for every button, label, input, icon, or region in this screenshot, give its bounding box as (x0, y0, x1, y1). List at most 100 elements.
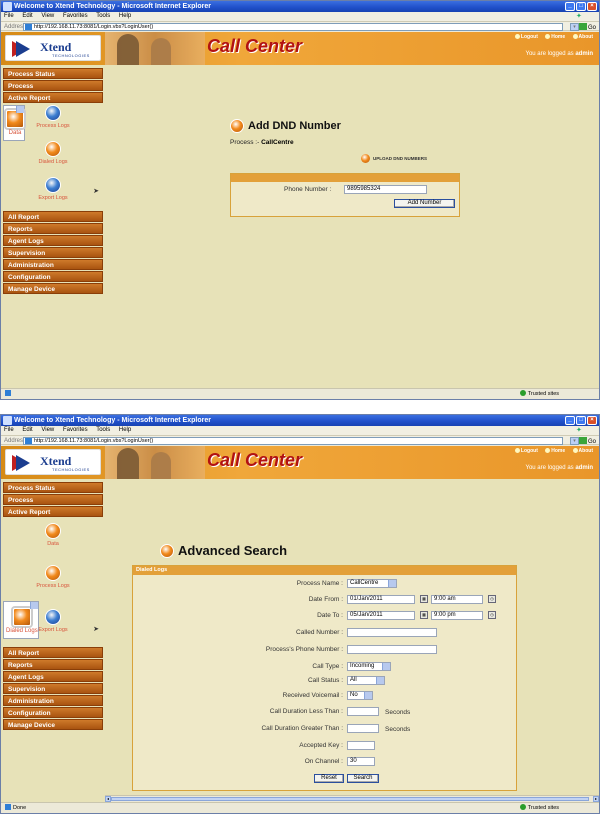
add-number-button[interactable]: Add Number (394, 199, 455, 208)
sidebar-item-supervision[interactable]: Supervision (3, 683, 103, 694)
horizontal-scrollbar[interactable]: ◂ ▸ (105, 795, 599, 802)
time-from-input[interactable]: 9:00 am (431, 595, 483, 604)
sidebar-sub-export-logs[interactable]: Export Logs ➤ (3, 177, 103, 211)
clock-icon[interactable]: ◷ (488, 595, 496, 603)
time-to-input[interactable]: 9:00 pm (431, 611, 483, 620)
called-number-input[interactable] (347, 628, 437, 637)
address-bar: Address http://192.168.11.73:8081/Login.… (1, 435, 599, 445)
sidebar-item-reports[interactable]: Reports (3, 659, 103, 670)
sidebar-sub-process-logs[interactable]: Process Logs (3, 105, 103, 139)
logout-link[interactable]: Logout (515, 34, 538, 40)
logo-sub: TECHNOLOGIES (52, 467, 90, 472)
sidebar-item-process-status[interactable]: Process Status (3, 68, 103, 79)
sidebar-item-all-report[interactable]: All Report (3, 211, 103, 222)
menu-tools[interactable]: Tools (96, 13, 110, 19)
menu-view[interactable]: View (41, 13, 54, 19)
sidebar-item-administration[interactable]: Administration (3, 695, 103, 706)
duration-greater-label: Call Duration Greater Than : (261, 725, 343, 732)
title-bar: Welcome to Xtend Technology - Microsoft … (1, 415, 599, 426)
maximize-button[interactable]: □ (576, 2, 586, 11)
sidebar-item-reports[interactable]: Reports (3, 223, 103, 234)
menu-edit[interactable]: Edit (22, 13, 32, 19)
close-button[interactable]: × (587, 416, 597, 425)
call-status-select[interactable]: All (347, 676, 385, 685)
menu-file[interactable]: File (4, 13, 14, 19)
menu-favorites[interactable]: Favorites (63, 427, 88, 433)
cursor-arrow-icon: ➤ (93, 626, 99, 633)
date-to-input[interactable]: 05/Jan/2011 (347, 611, 415, 620)
accepted-key-input[interactable] (347, 741, 375, 750)
sub-label: Export Logs (38, 195, 68, 201)
maximize-button[interactable]: □ (576, 416, 586, 425)
menu-help[interactable]: Help (119, 13, 131, 19)
sidebar-item-process[interactable]: Process (3, 494, 103, 505)
clock-icon[interactable]: ◷ (488, 611, 496, 619)
sidebar-item-supervision[interactable]: Supervision (3, 247, 103, 258)
sidebar-item-administration[interactable]: Administration (3, 259, 103, 270)
home-link[interactable]: Home (545, 448, 565, 454)
about-link[interactable]: About (573, 448, 593, 454)
address-dropdown-icon[interactable]: ▾ (570, 23, 579, 31)
address-input[interactable]: http://192.168.11.73:8081/Login.vbs?Logi… (23, 23, 563, 31)
menu-help[interactable]: Help (119, 427, 131, 433)
address-input[interactable]: http://192.168.11.73:8081/Login.vbs?Logi… (23, 437, 563, 445)
upload-dnd-link[interactable]: UPLOAD DND NUMBERS (361, 154, 427, 163)
menu-view[interactable]: View (41, 427, 54, 433)
calendar-icon[interactable]: ▦ (420, 595, 428, 603)
duration-less-input[interactable] (347, 707, 379, 716)
top-links: Logout Home About (509, 448, 593, 454)
sidebar-item-process-status[interactable]: Process Status (3, 482, 103, 493)
sidebar-item-configuration[interactable]: Configuration (3, 271, 103, 282)
sidebar-item-manage-device[interactable]: Manage Device (3, 719, 103, 730)
minimize-button[interactable]: _ (565, 416, 575, 425)
sidebar-sub-dialed-logs[interactable]: Dialed Logs (3, 141, 103, 175)
menu-bar: File Edit View Favorites Tools Help ✦ (1, 426, 599, 435)
status-bar: Done Trusted sites (1, 802, 599, 813)
about-link[interactable]: About (573, 34, 593, 40)
on-channel-input[interactable]: 30 (347, 757, 375, 766)
active-report-submenu: Data Process Logs Dialed Logs Export Log… (3, 105, 103, 211)
sidebar-item-configuration[interactable]: Configuration (3, 707, 103, 718)
app-title: Call Center (207, 36, 303, 56)
xtend-logo[interactable]: Xtend TECHNOLOGIES (5, 449, 101, 475)
menu-favorites[interactable]: Favorites (63, 13, 88, 19)
sidebar-item-agent-logs[interactable]: Agent Logs (3, 235, 103, 246)
address-dropdown-icon[interactable]: ▾ (570, 437, 579, 445)
data-icon (45, 523, 61, 539)
sidebar-sub-export-logs[interactable]: Export Logs ➤ (3, 609, 103, 647)
date-from-label: Date From : (308, 596, 343, 603)
logo-sub: TECHNOLOGIES (52, 53, 90, 58)
reset-button[interactable]: Reset (314, 774, 344, 783)
call-type-select[interactable]: Incoming (347, 662, 391, 671)
menu-edit[interactable]: Edit (22, 427, 32, 433)
sidebar-item-agent-logs[interactable]: Agent Logs (3, 671, 103, 682)
process-phone-input[interactable] (347, 645, 437, 654)
voicemail-select[interactable]: No (347, 691, 373, 700)
date-from-input[interactable]: 01/Jan/2011 (347, 595, 415, 604)
duration-greater-input[interactable] (347, 724, 379, 733)
phone-input[interactable]: 9895985324 (344, 185, 427, 194)
sidebar-sub-data[interactable]: Data (3, 523, 103, 559)
menu-file[interactable]: File (4, 427, 14, 433)
sidebar-item-manage-device[interactable]: Manage Device (3, 283, 103, 294)
sidebar-item-all-report[interactable]: All Report (3, 647, 103, 658)
scroll-thumb[interactable] (111, 797, 589, 801)
trusted-sites: Trusted sites (520, 389, 559, 399)
process-name-select[interactable]: CallCentre (347, 579, 397, 588)
logout-link[interactable]: Logout (515, 448, 538, 454)
sidebar-item-active-report[interactable]: Active Report (3, 506, 103, 517)
status-bar: Trusted sites (1, 388, 599, 399)
sidebar-item-process[interactable]: Process (3, 80, 103, 91)
home-link[interactable]: Home (545, 34, 565, 40)
calendar-icon[interactable]: ▦ (420, 611, 428, 619)
duration-less-label: Call Duration Less Than : (269, 708, 343, 715)
xtend-logo[interactable]: Xtend TECHNOLOGIES (5, 35, 101, 61)
sidebar: Process Status Process Active Report Dat… (3, 482, 103, 802)
search-button[interactable]: Search (347, 774, 379, 783)
close-button[interactable]: × (587, 2, 597, 11)
minimize-button[interactable]: _ (565, 2, 575, 11)
sidebar-sub-process-logs[interactable]: Process Logs (3, 565, 103, 601)
sidebar-item-active-report[interactable]: Active Report (3, 92, 103, 103)
menu-tools[interactable]: Tools (96, 427, 110, 433)
site-banner: Xtend TECHNOLOGIES Call Center Logout Ho… (1, 446, 599, 479)
